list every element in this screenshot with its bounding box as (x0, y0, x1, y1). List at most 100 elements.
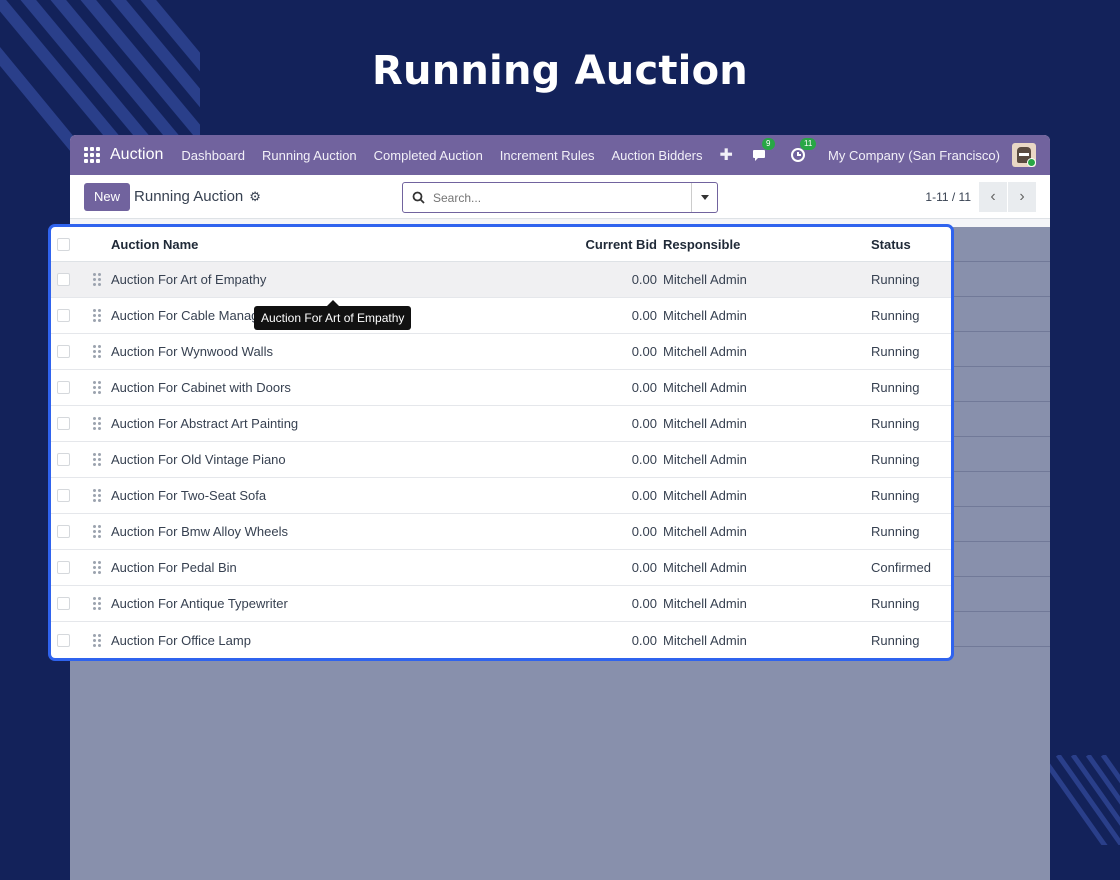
column-header-current-bid[interactable]: Current Bid (571, 237, 661, 252)
cell-status: Running (871, 524, 920, 539)
cell-status: Running (871, 596, 920, 611)
cell-auction-name: Auction For Office Lamp (111, 632, 251, 648)
pager: 1-11 / 11 ‹ › (925, 182, 1036, 212)
row-checkbox[interactable] (57, 273, 70, 286)
search-icon (403, 191, 433, 204)
column-header-auction-name[interactable]: Auction Name (111, 237, 571, 252)
cell-current-bid: 0.00 (631, 380, 657, 395)
online-status-dot (1027, 158, 1036, 167)
cell-auction-name: Auction For Pedal Bin (111, 560, 237, 575)
apps-grid-icon[interactable] (84, 147, 100, 163)
messages-badge: 9 (762, 138, 775, 150)
nav-item-completed-auction[interactable]: Completed Auction (374, 148, 483, 163)
cell-responsible: Mitchell Admin (663, 452, 747, 467)
cell-auction-name: Auction For Old Vintage Piano (111, 452, 286, 467)
drag-handle-icon[interactable] (93, 273, 111, 286)
cell-current-bid: 0.00 (631, 488, 657, 503)
search-bar[interactable] (402, 182, 718, 213)
table-row[interactable]: Auction For Cable Management 0.00 Mitchell… (51, 298, 951, 334)
table-row[interactable]: Auction For Wynwood Walls 0.00 Mitchell Ad… (51, 334, 951, 370)
table-row[interactable]: Auction For Pedal Bin 0.00 Mitchell Admin C… (51, 550, 951, 586)
table-row[interactable]: Auction For Abstract Art Painting 0.00 Mit… (51, 406, 951, 442)
drag-handle-icon[interactable] (93, 597, 111, 610)
new-button[interactable]: New (84, 182, 131, 211)
column-header-responsible[interactable]: Responsible (661, 237, 871, 252)
nav-item-dashboard[interactable]: Dashboard (181, 148, 245, 163)
table-row[interactable]: Auction For Office Lamp 0.00 Mitchell Admi… (51, 622, 951, 658)
search-options-toggle[interactable] (691, 183, 717, 212)
select-all-checkbox[interactable] (57, 237, 70, 251)
cell-status: Running (871, 308, 920, 323)
drag-handle-icon[interactable] (93, 345, 111, 358)
cell-responsible: Mitchell Admin (663, 380, 747, 395)
messages-icon[interactable]: 9 (752, 138, 775, 163)
cell-current-bid: 0.00 (631, 416, 657, 431)
tooltip: Auction For Art of Empathy (254, 300, 412, 330)
cell-responsible: Mitchell Admin (663, 524, 747, 539)
drag-handle-icon[interactable] (93, 417, 111, 430)
cell-auction-name: Auction For Cabinet with Doors (111, 380, 291, 395)
highlighted-auction-table: Auction Name Current Bid Responsible Sta… (48, 224, 954, 661)
row-checkbox[interactable] (57, 309, 70, 322)
row-checkbox[interactable] (57, 453, 70, 466)
cell-auction-name: Auction For Two-Seat Sofa (111, 488, 267, 503)
table-row[interactable]: Auction For Antique Typewriter 0.00 Mitche… (51, 586, 951, 622)
table-row[interactable]: Auction For Cabinet with Doors 0.00 Mitche… (51, 370, 951, 406)
row-checkbox[interactable] (57, 345, 70, 358)
search-input[interactable] (433, 190, 691, 205)
app-brand[interactable]: Auction (110, 146, 163, 164)
column-header-status[interactable]: Status (871, 237, 951, 252)
drag-handle-icon[interactable] (93, 489, 111, 502)
hero-title: Running Auction (372, 48, 748, 94)
table-row[interactable]: Auction For Old Vintage Piano 0.00 Mitchel… (51, 442, 951, 478)
cell-status: Running (871, 344, 920, 359)
cell-status: Running (871, 632, 920, 648)
cell-status: Running (871, 416, 920, 431)
user-avatar[interactable] (1012, 143, 1036, 167)
cell-status: Running (871, 488, 920, 503)
cell-responsible: Mitchell Admin (663, 632, 747, 648)
drag-handle-icon[interactable] (93, 561, 111, 574)
drag-handle-icon[interactable] (93, 309, 111, 322)
cell-auction-name: Auction For Antique Typewriter (111, 596, 288, 611)
table-row[interactable]: Auction For Art of Empathy 0.00 Mitchell A… (51, 262, 951, 298)
company-switcher[interactable]: My Company (San Francisco) (828, 148, 1000, 163)
pager-value[interactable]: 1-11 / 11 (925, 190, 971, 204)
cell-responsible: Mitchell Admin (663, 344, 747, 359)
activity-clock-icon[interactable]: 11 (790, 138, 817, 163)
drag-handle-icon[interactable] (93, 525, 111, 538)
cell-current-bid: 0.00 (631, 308, 657, 323)
nav-item-auction-bidders[interactable]: Auction Bidders (611, 148, 702, 163)
pager-previous-button[interactable]: ‹ (979, 182, 1007, 212)
row-checkbox[interactable] (57, 417, 70, 430)
cell-auction-name: Auction For Wynwood Walls (111, 344, 273, 359)
activities-badge: 11 (800, 138, 817, 150)
drag-handle-icon[interactable] (93, 453, 111, 466)
cell-current-bid: 0.00 (631, 596, 657, 611)
row-checkbox[interactable] (57, 381, 70, 394)
row-checkbox[interactable] (57, 525, 70, 538)
cell-current-bid: 0.00 (631, 272, 657, 287)
row-checkbox[interactable] (57, 561, 70, 574)
table-row[interactable]: Auction For Bmw Alloy Wheels 0.00 Mitchell… (51, 514, 951, 550)
drag-handle-icon[interactable] (93, 633, 111, 647)
cell-current-bid: 0.00 (631, 632, 657, 648)
row-checkbox[interactable] (57, 633, 70, 647)
decorative-stripes-bottom-right (1048, 755, 1120, 845)
row-checkbox[interactable] (57, 489, 70, 502)
chevron-down-icon (700, 195, 709, 200)
nav-item-increment-rules[interactable]: Increment Rules (500, 148, 595, 163)
top-navbar: Auction Dashboard Running Auction Comple… (70, 135, 1050, 175)
pager-next-button[interactable]: › (1008, 182, 1036, 212)
cell-responsible: Mitchell Admin (663, 308, 747, 323)
nav-item-running-auction[interactable]: Running Auction (262, 148, 357, 163)
row-checkbox[interactable] (57, 597, 70, 610)
cell-status: Running (871, 452, 920, 467)
cell-auction-name: Auction For Abstract Art Painting (111, 416, 299, 431)
drag-handle-icon[interactable] (93, 381, 111, 394)
cell-current-bid: 0.00 (631, 524, 657, 539)
gear-icon[interactable]: ⚙ (249, 189, 261, 205)
table-header: Auction Name Current Bid Responsible Sta… (51, 227, 951, 262)
table-row[interactable]: Auction For Two-Seat Sofa 0.00 Mitchell Ad… (51, 478, 951, 514)
add-menu-icon[interactable]: ✚ (720, 145, 733, 165)
